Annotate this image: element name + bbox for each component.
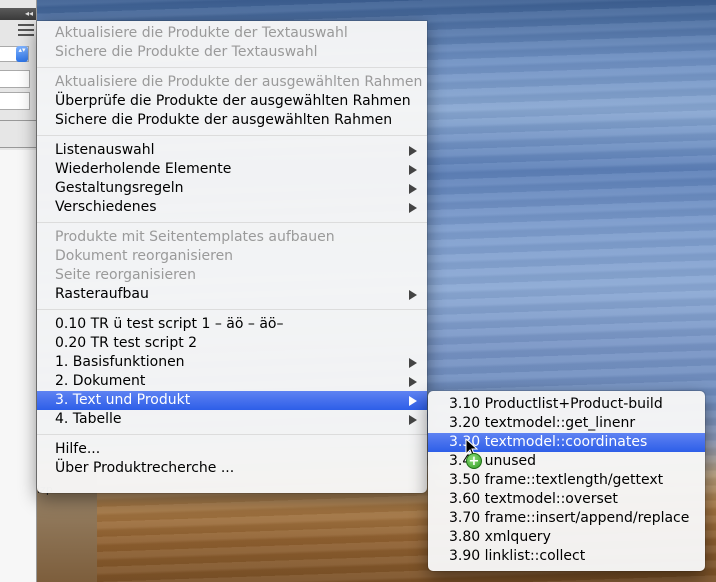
menu-item-label: Überprüfe die Produkte der ausgewählten … bbox=[55, 93, 411, 109]
menu-item[interactable]: Listenauswahl bbox=[37, 141, 427, 160]
menu-item[interactable]: Rasteraufbau bbox=[37, 285, 427, 304]
menu-item-label: Sichere die Produkte der ausgewählten Ra… bbox=[55, 112, 393, 128]
menu-separator bbox=[37, 222, 427, 223]
menu-separator bbox=[37, 135, 427, 136]
palette-panel: ◂◂ ▴▾ bbox=[0, 0, 37, 582]
submenu-arrow-icon bbox=[409, 203, 417, 213]
menu-item-label: Über Produktrecherche ... bbox=[55, 460, 235, 476]
menu-item: Dokument reorganisieren bbox=[37, 247, 427, 266]
menu-item[interactable]: 3. Text und Produkt bbox=[37, 391, 427, 410]
menu-separator bbox=[37, 67, 427, 68]
menu-item-label: Aktualisiere die Produkte der ausgewählt… bbox=[55, 74, 423, 90]
context-menu: Aktualisiere die Produkte der Textauswah… bbox=[37, 21, 427, 493]
submenu-arrow-icon bbox=[409, 358, 417, 368]
menu-item: Seite reorganisieren bbox=[37, 266, 427, 285]
menu-item: Sichere die Produkte der Textauswahl bbox=[37, 43, 427, 62]
menu-item: Aktualisiere die Produkte der Textauswah… bbox=[37, 24, 427, 43]
collapse-icon[interactable]: ◂◂ bbox=[24, 8, 34, 20]
submenu-item-label: 3.90 linklist::collect bbox=[449, 548, 586, 564]
menu-item-label: Aktualisiere die Produkte der Textauswah… bbox=[55, 25, 348, 41]
menu-item[interactable]: 4. Tabelle bbox=[37, 410, 427, 429]
menu-item-label: 0.20 TR test script 2 bbox=[55, 335, 198, 351]
submenu-arrow-icon bbox=[409, 415, 417, 425]
submenu-text-und-produkt: 3.10 Productlist+Product-build 3.20 textm… bbox=[428, 391, 705, 571]
menu-item-label: 0.10 TR ü test script 1 – äö – äö– bbox=[55, 316, 284, 332]
submenu-item-label: 3.10 Productlist+Product-build bbox=[449, 396, 663, 412]
menu-item: Aktualisiere die Produkte der ausgewählt… bbox=[37, 73, 427, 92]
submenu-item[interactable]: 3.90 linklist::collect bbox=[428, 547, 705, 566]
submenu-item-label: 3.20 textmodel::get_linenr bbox=[449, 415, 636, 431]
palette-divider bbox=[0, 120, 36, 121]
palette-field-2[interactable] bbox=[0, 92, 30, 110]
submenu-item[interactable]: 3.80 xmlquery bbox=[428, 528, 705, 547]
palette-list[interactable] bbox=[0, 150, 36, 582]
submenu-item-label: 3.70 frame::insert/append/replace bbox=[449, 510, 690, 526]
menu-item[interactable]: Verschiedenes bbox=[37, 198, 427, 217]
palette-titlebar: ◂◂ bbox=[0, 8, 36, 20]
menu-item[interactable]: Wiederholende Elemente bbox=[37, 160, 427, 179]
menu-item-label: Dokument reorganisieren bbox=[55, 248, 234, 264]
submenu-arrow-icon bbox=[409, 146, 417, 156]
palette-select[interactable]: ▴▾ bbox=[0, 46, 29, 62]
menu-item-label: 1. Basisfunktionen bbox=[55, 354, 185, 370]
submenu-item-label: 3.40 unused bbox=[449, 453, 537, 469]
menu-item[interactable]: 1. Basisfunktionen bbox=[37, 353, 427, 372]
submenu-item[interactable]: 3.50 frame::textlength/gettext bbox=[428, 471, 705, 490]
submenu-arrow-icon bbox=[409, 184, 417, 194]
menu-item-label: Seite reorganisieren bbox=[55, 267, 197, 283]
palette-field-1[interactable] bbox=[0, 70, 30, 88]
menu-item[interactable]: Gestaltungsregeln bbox=[37, 179, 427, 198]
palette-menu-icon[interactable] bbox=[18, 24, 34, 36]
submenu-item[interactable]: 3.60 textmodel::overset bbox=[428, 490, 705, 509]
submenu-arrow-icon bbox=[409, 165, 417, 175]
menu-item[interactable]: 2. Dokument bbox=[37, 372, 427, 391]
submenu-arrow-icon bbox=[409, 396, 417, 406]
menu-item[interactable]: Hilfe... bbox=[37, 440, 427, 459]
menu-item-label: Wiederholende Elemente bbox=[55, 161, 232, 177]
submenu-item[interactable]: 3.70 frame::insert/append/replace bbox=[428, 509, 705, 528]
submenu-item-label: 3.80 xmlquery bbox=[449, 529, 551, 545]
submenu-arrow-icon bbox=[409, 377, 417, 387]
menu-item[interactable]: Über Produktrecherche ... bbox=[37, 459, 427, 478]
menu-item-label: Listenauswahl bbox=[55, 142, 155, 158]
menu-item-label: Gestaltungsregeln bbox=[55, 180, 184, 196]
add-badge-icon: + bbox=[466, 453, 482, 469]
menu-item-label: Rasteraufbau bbox=[55, 286, 149, 302]
submenu-arrow-icon bbox=[409, 290, 417, 300]
submenu-item[interactable]: 3.20 textmodel::get_linenr bbox=[428, 414, 705, 433]
menu-item-label: Produkte mit Seitentemplates aufbauen bbox=[55, 229, 335, 245]
submenu-item[interactable]: 3.10 Productlist+Product-build bbox=[428, 395, 705, 414]
menu-item-label: 4. Tabelle bbox=[55, 411, 122, 427]
menu-item-label: 3. Text und Produkt bbox=[55, 392, 191, 408]
menu-item[interactable]: Sichere die Produkte der ausgewählten Ra… bbox=[37, 111, 427, 130]
menu-separator bbox=[37, 434, 427, 435]
menu-item[interactable]: 0.20 TR test script 2 bbox=[37, 334, 427, 353]
menu-item: Produkte mit Seitentemplates aufbauen bbox=[37, 228, 427, 247]
menu-item[interactable]: Überprüfe die Produkte der ausgewählten … bbox=[37, 92, 427, 111]
submenu-item-label: 3.60 textmodel::overset bbox=[449, 491, 618, 507]
menu-item[interactable]: 0.10 TR ü test script 1 – äö – äö– bbox=[37, 315, 427, 334]
menu-item-label: Hilfe... bbox=[55, 441, 101, 457]
submenu-item-label: 3.50 frame::textlength/gettext bbox=[449, 472, 664, 488]
menu-separator bbox=[37, 309, 427, 310]
menu-item-label: Verschiedenes bbox=[55, 199, 157, 215]
select-arrows-icon[interactable]: ▴▾ bbox=[16, 46, 28, 62]
menu-item-label: 2. Dokument bbox=[55, 373, 146, 389]
palette-divider bbox=[0, 147, 36, 148]
menu-item-label: Sichere die Produkte der Textauswahl bbox=[55, 44, 318, 60]
